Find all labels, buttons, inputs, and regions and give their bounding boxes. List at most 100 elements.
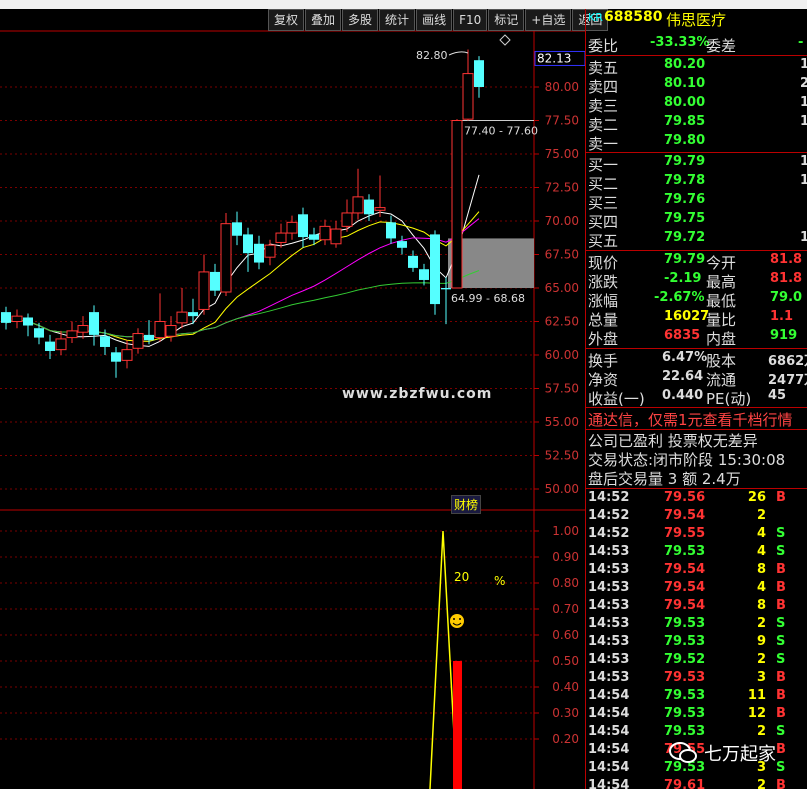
zone-label-bottom: 64.99 - 68.68 xyxy=(451,292,525,305)
stat-value: 79.0 xyxy=(770,290,803,305)
quote-panel: KR 688580 伟思医疗 委比-33.33%委差-卖五80.201卖四80.… xyxy=(585,9,807,789)
tick-time: 14:53 xyxy=(588,580,630,595)
candle-body xyxy=(254,243,264,263)
price-tick-label: 77.50 xyxy=(545,114,579,128)
candle-body xyxy=(1,312,11,323)
sell-volume: 1 xyxy=(800,95,807,110)
stock-code: 688580 xyxy=(604,9,663,25)
tick-direction: S xyxy=(776,526,786,541)
sell-row: 卖四 80.10 2 xyxy=(586,76,807,96)
tick-direction: B xyxy=(776,490,786,505)
buy-row: 买三 79.76 xyxy=(586,192,807,212)
stat-value: 16027 xyxy=(664,309,710,324)
indicator-tick-label: 0.50 xyxy=(552,654,579,668)
news-text[interactable]: 公司已盈利 投票权无差异 xyxy=(586,430,807,450)
candle-body xyxy=(45,341,55,351)
stock-header: KR 688580 伟思医疗 xyxy=(586,9,807,29)
candle-body xyxy=(176,311,188,324)
indicator-tick-label: 0.20 xyxy=(552,732,579,746)
stat-value: 6835 xyxy=(664,328,701,343)
weibi-row: 委比 -33.33% 委差 - xyxy=(586,35,807,55)
candle-body xyxy=(462,73,474,120)
tick-volume: 2 xyxy=(756,616,766,631)
stat2-label: 股本 xyxy=(706,352,737,370)
toolbar-button-1[interactable]: 叠加 xyxy=(305,9,342,31)
tick-price: 79.52 xyxy=(664,652,706,667)
sell-price: 80.20 xyxy=(664,57,706,72)
candle-body xyxy=(198,271,210,310)
tick-direction: S xyxy=(776,544,786,559)
stat-row: 外盘 6835 内盘 919 xyxy=(586,328,807,348)
indicator-tick-label: 0.90 xyxy=(552,550,579,564)
sell-label: 卖四 xyxy=(588,78,619,96)
tick-direction: B xyxy=(776,706,786,721)
candle-body xyxy=(55,338,67,351)
separator xyxy=(586,407,807,408)
buy-price: 79.78 xyxy=(664,173,706,188)
tick-row: 14:53 79.53 4 S xyxy=(586,544,807,562)
tick-price: 79.53 xyxy=(664,724,706,739)
toolbar-button-0[interactable]: 复权 xyxy=(268,9,305,31)
tick-time: 14:52 xyxy=(588,490,630,505)
stat-value: -2.19 xyxy=(664,271,702,286)
stat-value: 79.79 xyxy=(664,252,706,267)
candle-body xyxy=(364,199,374,215)
toolbar-button-4[interactable]: 画线 xyxy=(416,9,453,31)
toolbar-button-7[interactable]: +自选 xyxy=(525,9,572,31)
candle-body xyxy=(286,221,298,234)
stat2-label: 换手 xyxy=(588,352,619,370)
stat2-value: 6.47% xyxy=(662,350,708,365)
caibang-tag[interactable]: 财榜 xyxy=(451,495,482,514)
candle-body xyxy=(121,349,133,361)
zone-label-top: 77.40 - 77.60 xyxy=(464,125,538,138)
tick-time: 14:54 xyxy=(588,760,630,775)
tick-direction: B xyxy=(776,580,786,595)
stat2-value: 0.440 xyxy=(662,388,704,403)
candle-body xyxy=(451,120,463,289)
smiley-eye xyxy=(453,618,455,620)
tick-direction: B xyxy=(776,688,786,703)
weicha-label: 委差 xyxy=(706,37,737,55)
buy-label: 买一 xyxy=(588,156,619,174)
sell-label: 卖三 xyxy=(588,97,619,115)
kline-chart[interactable]: 80.00 77.50 75.00 72.50 70.00 67.50 65.00 62.50… xyxy=(0,0,585,789)
indicator-line xyxy=(429,530,458,789)
tick-volume: 11 xyxy=(747,688,766,703)
tick-price: 79.53 xyxy=(664,688,706,703)
candle-body xyxy=(243,234,253,254)
promo-text[interactable]: 通达信，仅需1元查看千档行情 xyxy=(586,409,807,429)
tick-price: 79.61 xyxy=(664,778,706,789)
indicator-tick-label: 0.70 xyxy=(552,602,579,616)
toolbar-button-2[interactable]: 多股 xyxy=(342,9,379,31)
toolbar-button-3[interactable]: 统计 xyxy=(379,9,416,31)
stat2-label: 收益(一) xyxy=(588,390,645,408)
candle-body xyxy=(188,312,198,317)
tick-time: 14:53 xyxy=(588,616,630,631)
sell-price: 79.80 xyxy=(664,133,706,148)
sell-label: 卖五 xyxy=(588,59,619,77)
candle-body xyxy=(441,288,451,290)
stat2-label: PE(动) xyxy=(706,390,752,408)
indicator-unit: % xyxy=(494,574,505,588)
tick-time: 14:54 xyxy=(588,742,630,757)
stat-label: 今开 xyxy=(706,254,737,272)
candle-body xyxy=(11,315,23,323)
buy-label: 买二 xyxy=(588,175,619,193)
smiley-eye xyxy=(459,618,461,620)
tick-volume: 4 xyxy=(756,544,766,559)
candle-body xyxy=(232,222,242,236)
tick-volume: 4 xyxy=(756,580,766,595)
stat-row: 现价 79.79 今开 81.8 xyxy=(586,252,807,272)
buy-price: 79.79 xyxy=(664,154,706,169)
stat2-row: 净资 22.64流通 2477万 xyxy=(586,369,807,389)
toolbar-button-5[interactable]: F10 xyxy=(453,9,488,31)
buy-volume: 1 xyxy=(800,173,807,188)
toolbar-button-6[interactable]: 标记 xyxy=(488,9,525,31)
tick-volume: 9 xyxy=(756,634,766,649)
tick-volume: 12 xyxy=(747,706,766,721)
sell-row: 卖一 79.80 xyxy=(586,133,807,153)
sell-price: 80.00 xyxy=(664,95,706,110)
separator xyxy=(586,152,807,153)
weibi-label: 委比 xyxy=(588,37,619,55)
candle-body xyxy=(220,223,232,293)
